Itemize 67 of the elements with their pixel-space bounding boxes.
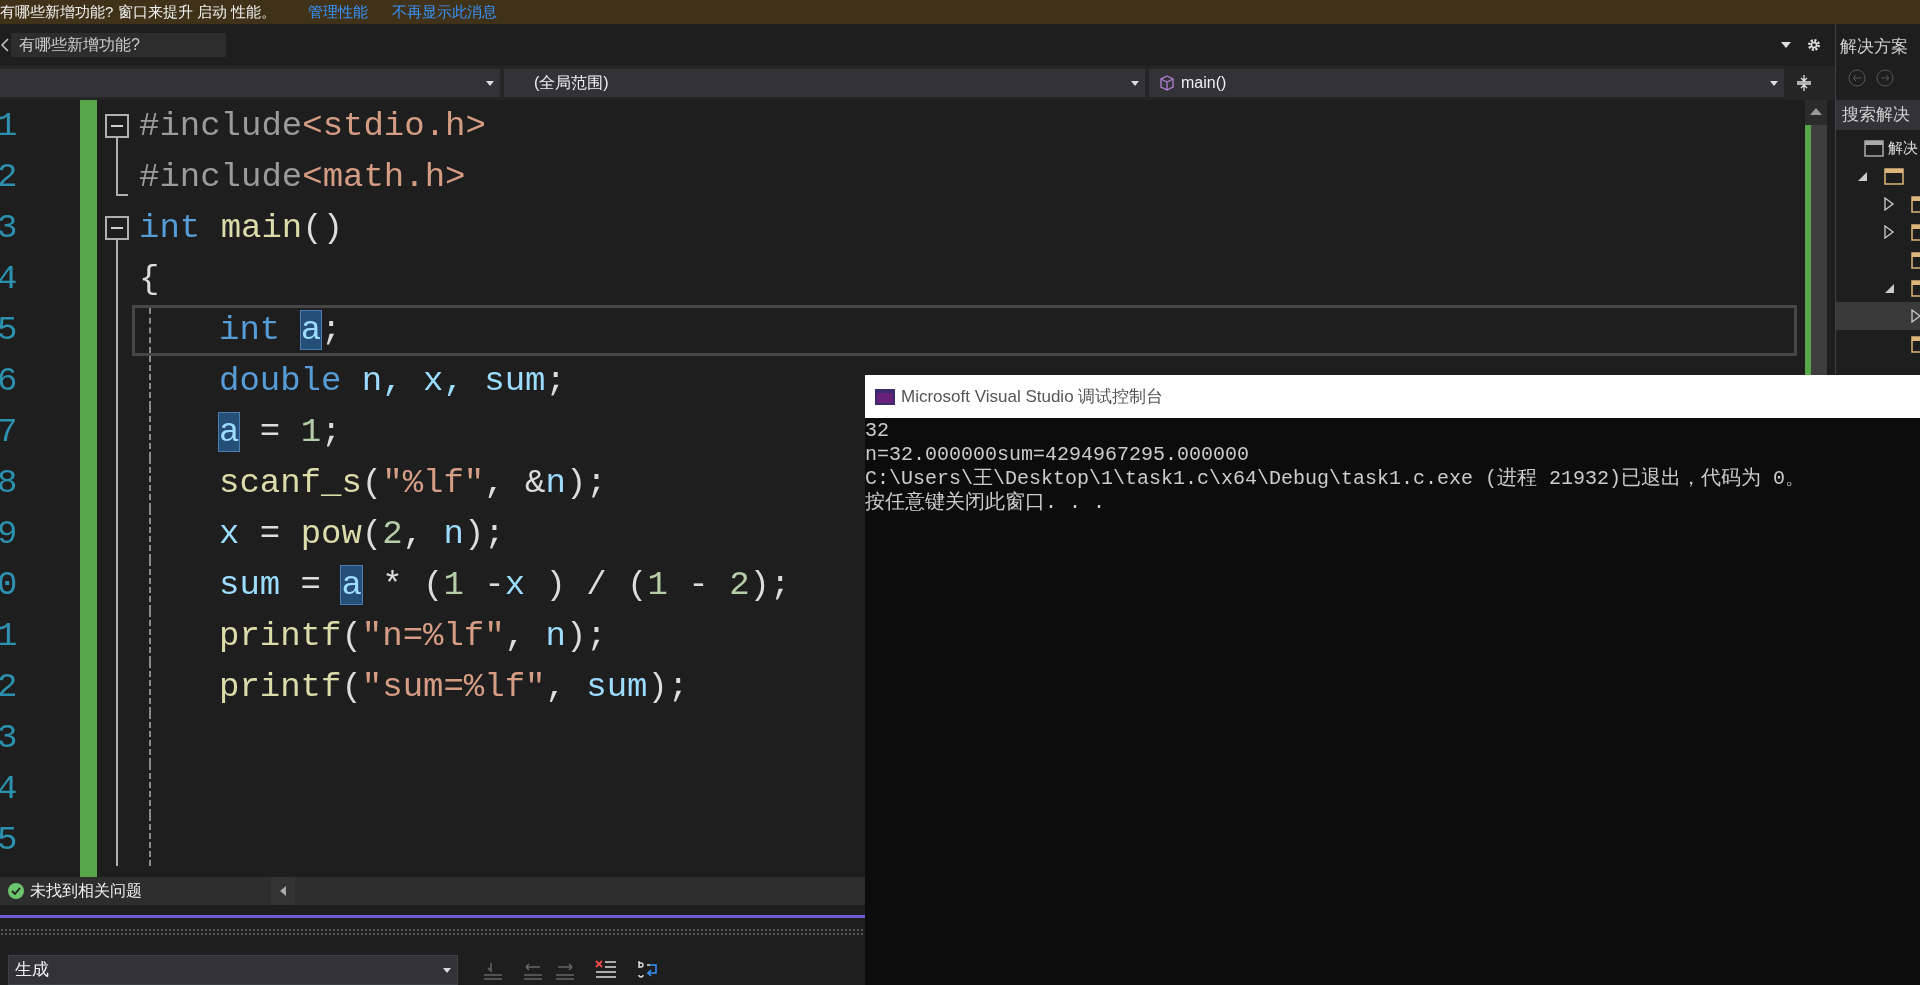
line-number: 3 [0, 718, 19, 759]
caret-icon [443, 967, 451, 973]
caret-icon [1770, 80, 1778, 86]
line-number: 2 [0, 157, 19, 198]
console-app-icon [875, 388, 895, 405]
scope-dropdown[interactable]: (全局范围) [504, 69, 1145, 97]
code-line: #include<math.h> [139, 157, 466, 198]
console-line: C:\Users\王\Desktop\1\task1.c\x64\Debug\task1.c.exe (进程 21932)已退出，代码为 0。 [865, 467, 1807, 491]
output-source-dropdown[interactable]: 生成 [8, 955, 458, 985]
console-line: 按任意键关闭此窗口. . . [865, 491, 1106, 515]
notification-link[interactable]: 不再显示此消息 [391, 0, 497, 24]
code-line: { [139, 259, 160, 300]
solution-icon [1864, 139, 1884, 157]
cube-icon [1159, 75, 1175, 91]
line-number: 2 [0, 667, 19, 708]
code-line: double n, x, sum; [219, 361, 566, 402]
collapsed-arrow-icon[interactable] [1883, 225, 1895, 239]
collapsed-arrow-icon[interactable] [1910, 309, 1920, 323]
word-wrap-icon[interactable] [636, 959, 660, 981]
window-title: Microsoft Visual Studio 调试控制台 [901, 385, 1164, 408]
tree-item-label: 解决 [1888, 137, 1918, 158]
code-line: int a; [219, 310, 342, 351]
split-icon[interactable] [1796, 74, 1812, 92]
panel-title: 解决方案 [1839, 36, 1909, 58]
line-number: 8 [0, 463, 19, 504]
scroll-left-icon[interactable] [280, 886, 286, 896]
settings-icon[interactable] [1807, 38, 1821, 52]
chevron-left-icon[interactable] [1, 38, 9, 52]
tree-item[interactable] [1836, 302, 1920, 330]
collapse-icon[interactable] [105, 114, 129, 138]
line-number: 5 [0, 820, 19, 861]
line-number: 9 [0, 514, 19, 555]
issues-status: 未找到相关问题 [30, 881, 143, 901]
line-number: 7 [0, 412, 19, 453]
folder-icon [1884, 167, 1904, 185]
scroll-up-icon[interactable] [1810, 108, 1822, 115]
code-line: a = 1; [219, 412, 342, 453]
line-number: 3 [0, 208, 19, 249]
expanded-arrow-icon[interactable] [1856, 170, 1868, 182]
dropdown-caret-icon[interactable] [1781, 42, 1791, 48]
line-number: 6 [0, 361, 19, 402]
tree-item[interactable]: 解决 [1836, 134, 1920, 162]
console-line: 32 [865, 419, 890, 443]
notification-message: 有哪些新增功能? 窗口来提升 启动 性能。 [0, 1, 276, 22]
search-field[interactable]: 搜索解决 [1836, 100, 1920, 130]
scroll-thumb[interactable] [1811, 125, 1827, 375]
code-line: int main() [139, 208, 344, 249]
line-number: 5 [0, 310, 19, 351]
notification-link[interactable]: 管理性能 [307, 0, 368, 24]
clear-all-icon[interactable] [594, 959, 618, 981]
caret-icon [1131, 80, 1139, 86]
caret-icon [486, 80, 494, 86]
expanded-arrow-icon[interactable] [1883, 282, 1895, 294]
member-dropdown[interactable]: main() [1149, 69, 1784, 97]
collapsed-arrow-icon[interactable] [1883, 197, 1895, 211]
code-line: printf("n=%lf", n); [219, 616, 607, 657]
code-line: x = pow(2, n); [219, 514, 505, 555]
console-line: n=32.000000sum=4294967295.000000 [865, 443, 1251, 467]
code-line: scanf_s("%lf", &n); [219, 463, 607, 504]
code-line: sum = a * (1 -x ) / (1 - 2); [219, 565, 791, 606]
code-line: #include<stdio.h> [139, 106, 486, 147]
line-number: 1 [0, 616, 19, 657]
collapse-icon[interactable] [105, 216, 129, 240]
tab[interactable]: 有哪些新增功能? [11, 33, 226, 57]
code-line: printf("sum=%lf", sum); [219, 667, 689, 708]
check-circle-icon [8, 883, 24, 899]
line-number: 1 [0, 106, 19, 147]
